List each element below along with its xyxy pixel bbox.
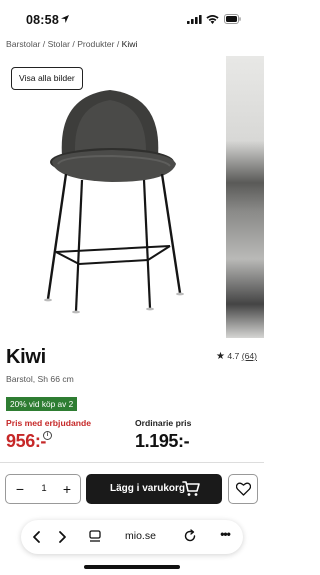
tabs-icon[interactable] xyxy=(89,530,101,543)
info-icon[interactable]: i xyxy=(43,431,52,440)
forward-icon[interactable] xyxy=(52,527,72,547)
home-indicator xyxy=(84,565,180,569)
breadcrumb-separator: / xyxy=(40,39,48,49)
quantity-increase-button[interactable]: + xyxy=(58,479,76,499)
breadcrumb-item[interactable]: Stolar xyxy=(48,39,70,49)
reload-icon[interactable] xyxy=(183,529,197,543)
star-icon: ★ xyxy=(216,351,225,362)
product-subtitle: Barstol, Sh 66 cm xyxy=(6,374,74,384)
rating-value: 4.7 xyxy=(227,351,240,361)
signal-icon xyxy=(187,15,202,24)
purchase-bar: − 1 + Lägg i varukorg xyxy=(0,462,264,515)
product-title: Kiwi xyxy=(6,346,46,368)
heart-icon xyxy=(236,482,251,496)
add-to-cart-label: Lägg i varukorg xyxy=(110,483,186,494)
quantity-decrease-button[interactable]: − xyxy=(11,479,29,499)
quantity-stepper: − 1 + xyxy=(5,474,81,504)
show-all-images-button[interactable]: Visa alla bilder xyxy=(11,67,83,90)
regular-price-label: Ordinarie pris xyxy=(135,418,192,428)
browser-toolbar: mio.se ••• xyxy=(21,520,243,554)
promo-badge: 20% vid köp av 2 xyxy=(6,397,78,411)
back-icon[interactable] xyxy=(27,527,47,547)
product-image-chair xyxy=(44,90,184,314)
rating-count-link[interactable]: (64) xyxy=(242,351,257,361)
product-rating[interactable]: ★ 4.7 (64) xyxy=(216,351,257,362)
quantity-value[interactable]: 1 xyxy=(34,483,54,494)
offer-price-label: Pris med erbjudande xyxy=(6,418,92,428)
breadcrumb-current: Kiwi xyxy=(121,39,138,49)
breadcrumb-separator: / xyxy=(114,39,122,49)
regular-price: 1.195:- xyxy=(135,431,190,451)
offer-price: 956:- xyxy=(6,431,47,451)
url-field[interactable]: mio.se xyxy=(125,530,156,542)
more-icon[interactable]: ••• xyxy=(217,528,233,543)
breadcrumb-item[interactable]: Barstolar xyxy=(6,39,40,49)
wifi-icon xyxy=(206,14,219,24)
wishlist-button[interactable] xyxy=(228,474,258,504)
location-arrow-icon xyxy=(61,15,69,23)
product-image-gallery[interactable] xyxy=(0,56,264,338)
battery-icon xyxy=(224,14,241,24)
breadcrumb: Barstolar / Stolar / Produkter / Kiwi xyxy=(6,39,137,49)
status-bar: 08:58 xyxy=(0,0,264,40)
status-time: 08:58 xyxy=(26,13,59,27)
add-to-cart-button[interactable]: Lägg i varukorg xyxy=(86,474,222,504)
breadcrumb-item[interactable]: Produkter xyxy=(77,39,114,49)
cart-icon xyxy=(182,481,200,496)
next-product-image[interactable] xyxy=(226,56,264,338)
